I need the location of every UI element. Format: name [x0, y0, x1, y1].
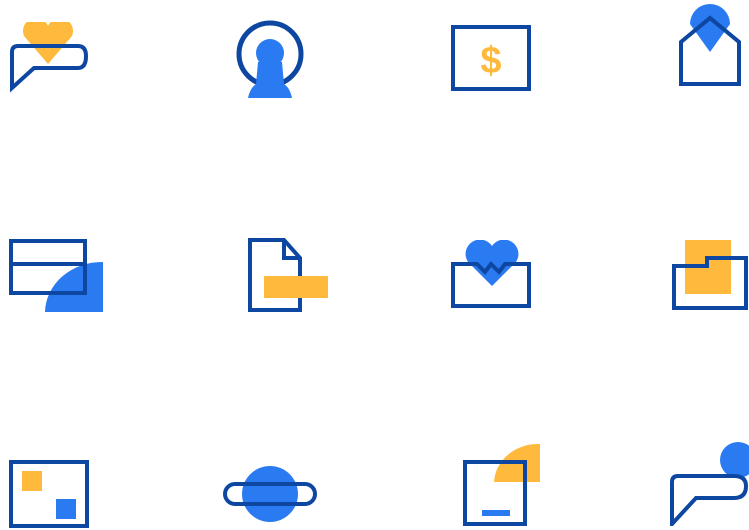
gallery-icon [9, 460, 89, 528]
document-edit-icon [248, 238, 328, 312]
heart-chat-icon [10, 22, 89, 93]
box-pie-icon [463, 443, 540, 526]
dollar-bill-icon: $ [451, 25, 531, 91]
icon-grid-canvas: { "colors": { "navy": "#0d47a1", "blue":… [0, 0, 749, 530]
folder-stack-icon [672, 240, 748, 310]
heartbeat-mail-icon [451, 240, 531, 308]
user-avatar-icon [236, 20, 304, 98]
card-pie-icon [9, 239, 103, 312]
svg-text:$: $ [480, 40, 501, 82]
planet-icon [223, 466, 317, 522]
chat-dot-icon [670, 442, 749, 526]
home-location-icon [679, 4, 741, 86]
